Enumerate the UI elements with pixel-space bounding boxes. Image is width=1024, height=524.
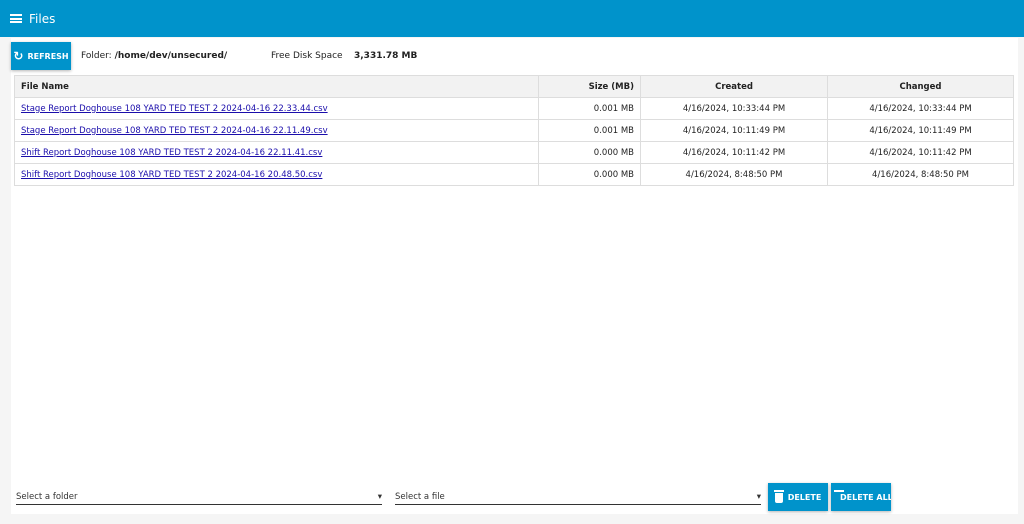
delete-button[interactable]: DELETE: [768, 483, 828, 511]
folder-path: /home/dev/unsecured/: [114, 51, 228, 61]
file-created: 4/16/2024, 8:48:50 PM: [640, 163, 828, 186]
folder-select-placeholder: Select a folder: [16, 492, 78, 502]
file-created: 4/16/2024, 10:11:42 PM: [640, 141, 828, 164]
table-cell: Stage Report Doghouse 108 YARD TED TEST …: [14, 119, 539, 142]
table-row: Shift Report Doghouse 108 YARD TED TEST …: [14, 163, 1014, 186]
file-size: 0.001 MB: [538, 97, 641, 120]
file-name-link[interactable]: Shift Report Doghouse 108 YARD TED TEST …: [21, 170, 322, 180]
trash-icon: [773, 490, 784, 503]
file-changed: 4/16/2024, 10:33:44 PM: [827, 97, 1014, 120]
refresh-button[interactable]: ↻ REFRESH: [11, 42, 71, 70]
folder-select[interactable]: Select a folder ▾: [16, 490, 382, 505]
delete-all-label: DELETE ALL: [840, 492, 891, 502]
table-cell: Shift Report Doghouse 108 YARD TED TEST …: [14, 163, 539, 186]
file-created: 4/16/2024, 10:11:49 PM: [640, 119, 828, 142]
free-space-value: 3,331.78 MB: [354, 51, 418, 61]
folder-label: Folder:: [81, 51, 112, 61]
file-size: 0.000 MB: [538, 163, 641, 186]
dropdown-arrow-icon: ▾: [756, 492, 761, 502]
files-table: File Name Size (MB) Created Changed Stag…: [14, 75, 1014, 186]
table-cell: Shift Report Doghouse 108 YARD TED TEST …: [14, 141, 539, 164]
file-name-link[interactable]: Stage Report Doghouse 108 YARD TED TEST …: [21, 104, 328, 114]
file-size: 0.001 MB: [538, 119, 641, 142]
file-name-link[interactable]: Stage Report Doghouse 108 YARD TED TEST …: [21, 126, 328, 136]
delete-label: DELETE: [787, 492, 822, 502]
table-row: Stage Report Doghouse 108 YARD TED TEST …: [14, 97, 1014, 120]
table-row: Shift Report Doghouse 108 YARD TED TEST …: [14, 141, 1014, 164]
table-cell: Stage Report Doghouse 108 YARD TED TEST …: [14, 97, 539, 120]
column-header-changed[interactable]: Changed: [827, 75, 1014, 98]
refresh-icon: ↻: [13, 49, 24, 63]
refresh-label: REFRESH: [27, 51, 69, 61]
file-name-link[interactable]: Shift Report Doghouse 108 YARD TED TEST …: [21, 148, 322, 158]
column-header-size[interactable]: Size (MB): [538, 75, 641, 98]
dropdown-arrow-icon: ▾: [377, 492, 382, 502]
file-changed: 4/16/2024, 10:11:42 PM: [827, 141, 1014, 164]
file-select-placeholder: Select a file: [395, 492, 445, 502]
file-changed: 4/16/2024, 10:11:49 PM: [827, 119, 1014, 142]
column-header-file-name[interactable]: File Name: [14, 75, 539, 98]
delete-all-button[interactable]: DELETE ALL: [831, 483, 891, 511]
column-header-created[interactable]: Created: [640, 75, 828, 98]
menu-icon[interactable]: [10, 14, 22, 23]
file-created: 4/16/2024, 10:33:44 PM: [640, 97, 828, 120]
file-select[interactable]: Select a file ▾: [395, 490, 761, 505]
file-size: 0.000 MB: [538, 141, 641, 164]
free-space-label: Free Disk Space: [271, 51, 343, 61]
page-title: Files: [29, 11, 56, 26]
table-row: Stage Report Doghouse 108 YARD TED TEST …: [14, 119, 1014, 142]
folder-info: Folder: /home/dev/unsecured/: [81, 51, 227, 61]
app-bar: Files: [0, 0, 1024, 37]
file-changed: 4/16/2024, 8:48:50 PM: [827, 163, 1014, 186]
main-content: ↻ REFRESH Folder: /home/dev/unsecured/ Fr…: [11, 38, 1018, 514]
